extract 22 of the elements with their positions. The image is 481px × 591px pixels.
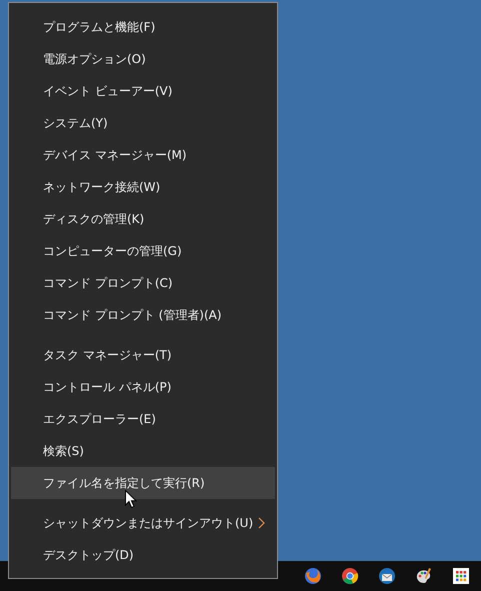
grid-icon[interactable] [450,566,470,586]
menu-item[interactable]: プログラムと機能(F) [11,11,275,43]
menu-item[interactable]: タスク マネージャー(T) [11,339,275,371]
cursor-icon [125,490,137,509]
browser-icon[interactable] [340,566,360,586]
menu-item[interactable]: 検索(S) [11,435,275,467]
menu-item[interactable]: コンピューターの管理(G) [11,235,275,267]
menu-item[interactable]: デスクトップ(D) [11,539,275,571]
mail-icon[interactable] [376,566,396,586]
menu-item[interactable]: ネットワーク接続(W) [11,171,275,203]
menu-item[interactable]: ディスクの管理(K) [11,203,275,235]
chevron-icon [258,517,265,529]
menu-item[interactable]: システム(Y) [11,107,275,139]
menu-item[interactable]: デバイス マネージャー(M) [11,139,275,171]
menu-item[interactable]: シャットダウンまたはサインアウト(U) [11,507,275,539]
menu-item[interactable]: エクスプローラー(E) [11,403,275,435]
menu-item[interactable]: 電源オプション(O) [11,43,275,75]
menu-item[interactable]: コントロール パネル(P) [11,371,275,403]
menu-item[interactable]: コマンド プロンプト (管理者)(A) [11,299,275,331]
menu-item[interactable]: コマンド プロンプト(C) [11,267,275,299]
globe-icon[interactable] [302,566,322,586]
menu-item[interactable]: イベント ビューアー(V) [11,75,275,107]
